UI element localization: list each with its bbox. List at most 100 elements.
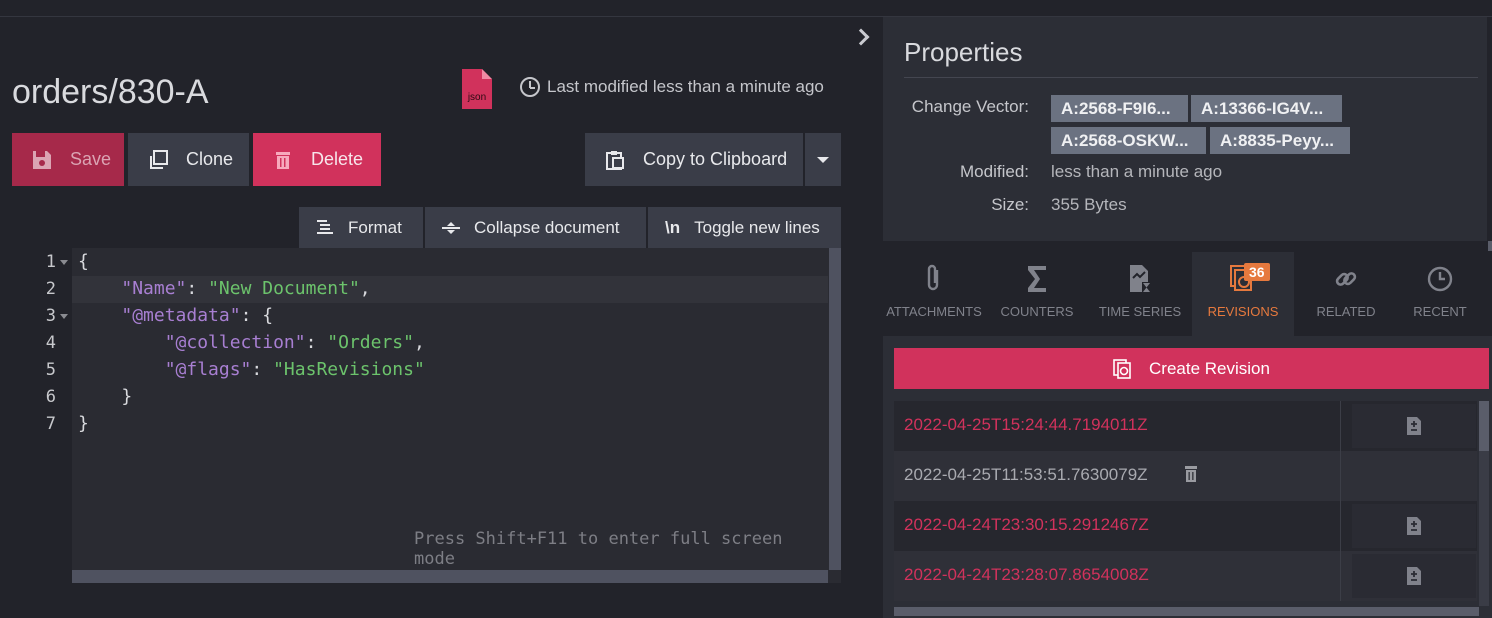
editor-vertical-scrollbar[interactable] — [829, 248, 841, 570]
tab-counters[interactable]: COUNTERS — [986, 252, 1088, 336]
document-editor-pane: orders/830-A json Last modified less tha… — [0, 17, 843, 618]
fold-arrow-icon[interactable] — [60, 314, 68, 319]
tab-time-series[interactable]: TIME SERIES — [1089, 252, 1191, 336]
fold-arrow-icon[interactable] — [60, 260, 68, 265]
create-revision-label: Create Revision — [1149, 358, 1270, 378]
change-vector-badge[interactable]: A:8835-Peyy... — [1210, 127, 1350, 154]
toggle-new-lines-button[interactable]: \n Toggle new lines — [648, 207, 841, 248]
timeseries-icon — [1130, 265, 1151, 293]
compare-revision-button[interactable] — [1352, 504, 1476, 548]
line-number: 7 — [45, 414, 56, 434]
code-line: "@metadata": { — [78, 305, 273, 326]
list-item[interactable]: 2022-04-25T11:53:51.7630079Z — [894, 451, 1477, 501]
chevron-right-icon — [852, 28, 870, 46]
list-item[interactable]: 2022-04-25T15:24:44.7194011Z — [894, 401, 1477, 451]
clock-icon — [1427, 266, 1453, 292]
tab-label: RECENT — [1413, 304, 1467, 319]
line-number: 6 — [45, 387, 56, 407]
modified-value: less than a minute ago — [1051, 162, 1223, 181]
newline-glyph-icon: \n — [665, 217, 681, 237]
copy-to-clipboard-button[interactable]: Copy to Clipboard — [585, 133, 803, 186]
floppy-icon — [33, 150, 51, 169]
code-token: { — [78, 251, 89, 272]
tab-label: ATTACHMENTS — [886, 304, 982, 319]
code-token: } — [121, 386, 133, 407]
tab-label: TIME SERIES — [1098, 304, 1182, 319]
revision-date-link[interactable]: 2022-04-25T15:24:44.7194011Z — [904, 415, 1148, 435]
code-string: "Orders" — [327, 332, 414, 353]
code-key: "Name" — [121, 278, 187, 299]
json-badge-text: json — [467, 92, 486, 103]
create-revision-button[interactable]: Create Revision — [894, 348, 1489, 389]
revision-date-link[interactable]: 2022-04-24T23:28:07.8654008Z — [904, 565, 1149, 585]
tab-recent[interactable]: RECENT — [1389, 252, 1491, 336]
code-string: "HasRevisions" — [273, 359, 425, 380]
code-key: "@metadata" — [121, 305, 241, 326]
trash-icon[interactable] — [1184, 465, 1198, 483]
divider — [1340, 551, 1341, 601]
list-item[interactable]: 2022-04-24T23:30:15.2912467Z — [894, 501, 1477, 551]
format-icon — [317, 219, 333, 234]
scrollbar-thumb[interactable] — [1479, 401, 1489, 451]
delete-button[interactable]: Delete — [253, 133, 381, 186]
copy-label: Copy to Clipboard — [643, 149, 788, 169]
revisions-vertical-scrollbar[interactable] — [1479, 401, 1489, 606]
tab-label: REVISIONS — [1207, 304, 1279, 319]
format-label: Format — [348, 217, 402, 237]
link-icon — [1335, 272, 1357, 286]
code-area[interactable]: { "Name": "New Document", "@metadata": {… — [72, 248, 828, 570]
divider — [904, 77, 1478, 78]
change-vector-badge[interactable]: A:13366-IG4V... — [1191, 95, 1342, 122]
revisions-count-badge: 36 — [1244, 263, 1270, 281]
divider — [1340, 451, 1341, 501]
toggle-label: Toggle new lines — [694, 217, 820, 237]
last-modified-text: Last modified less than a minute ago — [547, 77, 824, 96]
code-string: "New Document" — [208, 278, 360, 299]
size-label: Size: — [991, 195, 1029, 214]
size-value: 355 Bytes — [1051, 195, 1127, 214]
collapse-panel-button[interactable] — [843, 17, 883, 57]
clone-button[interactable]: Clone — [128, 133, 249, 186]
code-token: : { — [240, 305, 274, 326]
page-title: orders/830-A — [12, 73, 209, 111]
revisions-icon — [1113, 358, 1131, 379]
clone-label: Clone — [186, 149, 234, 169]
list-item[interactable]: 2022-04-24T23:28:07.8654008Z — [894, 551, 1477, 601]
code-key: "@collection" — [164, 332, 306, 353]
compare-revision-button[interactable] — [1352, 404, 1476, 448]
code-editor[interactable]: 1 2 3 4 5 6 7 { "Name": "New Document", … — [12, 248, 841, 583]
collapse-document-button[interactable]: Collapse document — [425, 207, 646, 248]
change-vector-badge[interactable]: A:2568-F9I6... — [1051, 95, 1188, 122]
compare-revision-button[interactable] — [1352, 554, 1476, 598]
properties-title: Properties — [904, 37, 1023, 67]
side-tabs: ATTACHMENTS COUNTERS TIME SERIES 36 REVI… — [883, 252, 1492, 336]
collapse-label: Collapse document — [474, 217, 620, 237]
app-root: orders/830-A json Last modified less tha… — [0, 0, 1492, 618]
code-line: } — [78, 386, 132, 407]
tab-attachments[interactable]: ATTACHMENTS — [883, 252, 985, 336]
diff-document-icon — [1407, 517, 1421, 535]
tab-revisions[interactable]: 36 REVISIONS — [1192, 252, 1294, 336]
code-key: "@flags" — [164, 359, 252, 380]
format-button[interactable]: Format — [299, 207, 423, 248]
delete-label: Delete — [311, 149, 364, 169]
editor-horizontal-scrollbar[interactable] — [72, 570, 828, 583]
save-button[interactable]: Save — [12, 133, 124, 186]
code-token: , — [413, 332, 425, 353]
fullscreen-hint: Press Shift+F11 to enter full screen mod… — [414, 529, 783, 569]
revision-date-link[interactable]: 2022-04-24T23:30:15.2912467Z — [904, 515, 1149, 535]
tab-related[interactable]: RELATED — [1295, 252, 1397, 336]
modified-label: Modified: — [960, 162, 1029, 181]
properties-scrollbar[interactable] — [1488, 241, 1492, 251]
code-token: : — [305, 332, 328, 353]
copy-options-dropdown[interactable] — [805, 133, 841, 186]
change-vector-badge[interactable]: A:2568-OSKW... — [1051, 127, 1206, 154]
code-token: } — [78, 413, 89, 434]
code-line: { — [78, 251, 89, 272]
divider — [1340, 501, 1341, 551]
line-gutter: 1 2 3 4 5 6 7 — [12, 248, 72, 583]
code-line: "Name": "New Document", — [78, 278, 370, 299]
tab-label: RELATED — [1316, 304, 1376, 319]
tab-label: COUNTERS — [1000, 304, 1074, 319]
revisions-horizontal-scrollbar[interactable] — [894, 607, 1479, 616]
